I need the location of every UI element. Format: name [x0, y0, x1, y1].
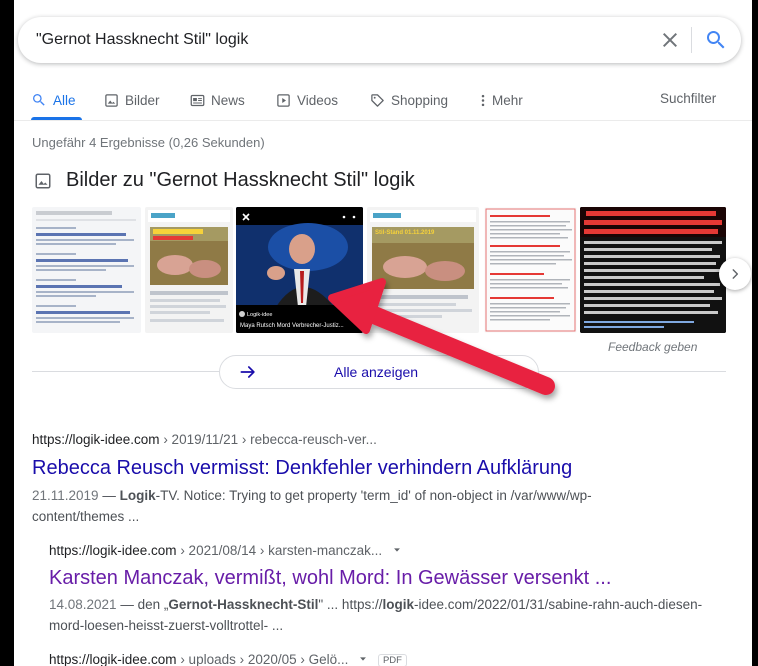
tab-all[interactable]: Alle: [31, 91, 76, 109]
tab-label: Mehr: [492, 92, 523, 108]
snippet-highlight: Gernot-Hassknecht-Stil: [168, 597, 319, 612]
result-path: › 2021/08/14 › karsten-manczak...: [176, 543, 383, 558]
result-domain: https://logik-idee.com: [49, 543, 177, 558]
feedback-link[interactable]: Feedback geben: [608, 340, 697, 354]
tab-shopping[interactable]: Shopping: [370, 91, 448, 109]
search-icon[interactable]: [704, 28, 728, 52]
result-path: › uploads › 2020/05 › Gelö...: [176, 652, 349, 666]
tab-label: Alle: [53, 92, 76, 108]
arrow-right-icon: [240, 366, 255, 378]
image-thumbnail[interactable]: Logik-idee Maya Rutsch Mord Verbrecher-J…: [236, 207, 363, 333]
tab-label: Videos: [297, 92, 339, 108]
play-icon: [277, 93, 290, 107]
tabs-divider: [14, 120, 752, 121]
search-input[interactable]: "Gernot Hassknecht Stil" logik: [36, 31, 248, 49]
pigs-article-image: [148, 210, 230, 322]
result-title-link[interactable]: Karsten Manczak, vermißt, wohl Mord: In …: [49, 567, 611, 590]
result-stats: Ungefähr 4 Ergebnisse (0,26 Sekunden): [32, 135, 265, 150]
tag-icon: [371, 93, 384, 107]
tab-images[interactable]: Bilder: [104, 91, 160, 109]
chevron-right-icon: [732, 269, 739, 279]
divider: [32, 371, 222, 372]
show-all-images-button[interactable]: Alle anzeigen: [219, 355, 539, 389]
image-thumbnail[interactable]: [32, 207, 141, 333]
next-images-button[interactable]: [719, 258, 751, 290]
tab-videos[interactable]: Videos: [276, 91, 338, 109]
images-section-title: Bilder zu "Gernot Hassknecht Stil" logik: [66, 169, 415, 191]
snippet-text: —: [98, 488, 120, 503]
result-url: https://logik-idee.com › 2019/11/21 › re…: [32, 432, 377, 447]
image-thumbnail[interactable]: [580, 207, 726, 333]
image-thumbnail[interactable]: Stil-Stand 01.11.2019: [367, 207, 479, 333]
search-icon: [33, 94, 45, 106]
result-date: 21.11.2019: [32, 488, 99, 503]
image-icon: [105, 93, 118, 107]
caret-down-icon[interactable]: [358, 654, 368, 664]
result-url: https://logik-idee.com › 2021/08/14 › ka…: [49, 543, 402, 558]
snippet-text: " ... https://: [318, 597, 383, 612]
result-snippet: 21.11.2019 — Logik-TV. Notice: Trying to…: [32, 485, 672, 527]
images-section-header: Bilder zu "Gernot Hassknecht Stil" logik: [34, 169, 415, 192]
image-thumbnail[interactable]: [484, 207, 577, 333]
image-thumbnail[interactable]: [145, 207, 233, 333]
pigs-article-image: Stil-Stand 01.11.2019: [370, 210, 476, 318]
search-bar-divider: [691, 27, 692, 53]
result-title-link[interactable]: Rebecca Reusch vermisst: Denkfehler verh…: [32, 457, 572, 480]
video-source-label: Logik-idee: [247, 312, 272, 318]
result-date: 14.08.2021: [49, 597, 117, 612]
video-title-label: Maya Rutsch Mord Verbrecher-Justiz...: [240, 323, 344, 329]
video-still-image: Logik-idee Maya Rutsch Mord Verbrecher-J…: [236, 207, 363, 333]
snippet-highlight: logik: [382, 597, 414, 612]
news-icon: [190, 94, 205, 106]
result-url: https://logik-idee.com › uploads › 2020/…: [49, 652, 407, 666]
caret-down-icon[interactable]: [392, 545, 402, 555]
text-article-image: [485, 208, 576, 332]
clear-icon[interactable]: [658, 28, 682, 52]
result-snippet: 14.08.2021 — den „Gernot-Hassknecht-Stil…: [49, 594, 709, 636]
search-bar[interactable]: "Gernot Hassknecht Stil" logik: [18, 17, 741, 63]
pdf-badge: PDF: [377, 654, 407, 666]
tab-label: News: [211, 92, 245, 108]
tab-more[interactable]: Mehr: [480, 91, 523, 109]
result-domain: https://logik-idee.com: [49, 652, 177, 666]
snippet-highlight: Logik: [119, 488, 156, 503]
thumbnail-caption: Stil-Stand 01.11.2019: [375, 230, 435, 236]
search-tools-button[interactable]: Suchfilter: [660, 91, 716, 106]
show-all-label: Alle anzeigen: [334, 364, 419, 380]
search-screenshot-image: [36, 211, 136, 323]
result-path: › 2019/11/21 › rebecca-reusch-ver...: [159, 432, 377, 447]
snippet-text: — den „: [116, 597, 169, 612]
headline-article-image: [580, 207, 726, 333]
result-domain: https://logik-idee.com: [32, 432, 160, 447]
divider: [536, 371, 726, 372]
tab-label: Shopping: [391, 92, 449, 108]
search-results-page: "Gernot Hassknecht Stil" logik Alle Bild…: [14, 0, 752, 666]
more-vert-icon: [481, 94, 485, 106]
tab-label: Bilder: [125, 92, 160, 108]
tab-news[interactable]: News: [190, 91, 245, 109]
image-icon: [35, 173, 51, 188]
